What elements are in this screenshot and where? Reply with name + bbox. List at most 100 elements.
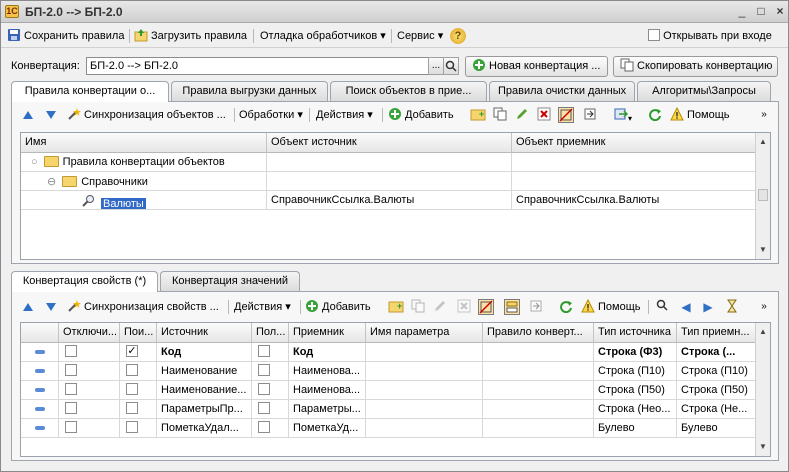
conversion-field[interactable]: БП-2.0 --> БП-2.0: [86, 57, 429, 75]
scroll-thumb[interactable]: [758, 189, 768, 201]
actions-menu[interactable]: Действия ▾: [316, 106, 373, 124]
field-checkbox[interactable]: [258, 345, 270, 358]
next-icon[interactable]: ▶: [700, 299, 716, 315]
disabled-checkbox[interactable]: [65, 402, 77, 415]
tab-export-rules[interactable]: Правила выгрузки данных: [171, 81, 328, 101]
add-button[interactable]: Добавить: [305, 298, 371, 316]
field-cell[interactable]: [252, 362, 289, 381]
scroll-down-icon[interactable]: ▼: [758, 442, 768, 451]
tab-property-conversion[interactable]: Конвертация свойств (*): [11, 271, 158, 292]
prev-icon[interactable]: ◀: [678, 299, 694, 315]
new-conversion-button[interactable]: Новая конвертация ...: [465, 56, 608, 77]
column-header-source[interactable]: Объект источник: [267, 133, 512, 153]
field-cell[interactable]: [252, 400, 289, 419]
find-icon[interactable]: [654, 299, 670, 315]
disabled-cell[interactable]: [59, 343, 120, 362]
column-header-disabled[interactable]: Отключи...: [59, 323, 120, 343]
goto-icon[interactable]: [582, 107, 598, 123]
field-checkbox[interactable]: [258, 421, 270, 434]
search-cell[interactable]: [120, 381, 157, 400]
column-header-target-type[interactable]: Тип приемн...: [677, 323, 757, 343]
refresh-icon[interactable]: [647, 107, 663, 123]
edit-icon[interactable]: [514, 107, 530, 123]
disabled-cell[interactable]: [59, 419, 120, 438]
column-header-source-type[interactable]: Тип источника: [594, 323, 677, 343]
search-checkbox-checked[interactable]: ✓: [126, 345, 138, 358]
minimize-button[interactable]: _: [734, 4, 750, 19]
service-menu[interactable]: Сервис ▾: [397, 27, 443, 45]
tab-cleanup-rules[interactable]: Правила очистки данных: [489, 81, 635, 101]
scroll-up-icon[interactable]: ▲: [758, 327, 768, 336]
scroll-up-icon[interactable]: ▲: [758, 137, 768, 146]
search-cell[interactable]: [120, 400, 157, 419]
filter-off-icon[interactable]: [558, 107, 574, 123]
group-view-icon[interactable]: [504, 299, 520, 315]
hourglass-icon[interactable]: [724, 299, 740, 315]
load-rules-button[interactable]: Загрузить правила: [134, 27, 247, 45]
field-checkbox[interactable]: [258, 364, 270, 377]
disabled-cell[interactable]: [59, 381, 120, 400]
field-cell[interactable]: [252, 343, 289, 362]
delete-icon[interactable]: [536, 107, 552, 123]
sync-properties-button[interactable]: Синхронизация свойств ...: [67, 298, 219, 316]
disabled-checkbox[interactable]: [65, 421, 77, 434]
help-button[interactable]: Помощь: [670, 106, 730, 124]
maximize-button[interactable]: □: [753, 4, 769, 19]
field-cell[interactable]: [252, 381, 289, 400]
field-checkbox[interactable]: [258, 383, 270, 396]
sync-objects-button[interactable]: Синхронизация объектов ...: [67, 106, 226, 124]
disabled-cell[interactable]: [59, 362, 120, 381]
disabled-checkbox[interactable]: [65, 364, 77, 377]
add-folder-icon[interactable]: +: [388, 299, 404, 315]
handlers-menu[interactable]: Обработки ▾: [239, 106, 303, 124]
add-button[interactable]: Добавить: [388, 106, 454, 124]
actions-menu[interactable]: Действия ▾: [234, 298, 291, 316]
column-header-conversion-rule[interactable]: Правило конверт...: [483, 323, 594, 343]
search-cell[interactable]: ✓: [120, 343, 157, 362]
copy-conversion-button[interactable]: Скопировать конвертацию: [613, 56, 778, 77]
vertical-scrollbar[interactable]: ▲ ▼: [755, 323, 770, 456]
disabled-checkbox[interactable]: [65, 383, 77, 396]
tab-object-search[interactable]: Поиск объектов в прие...: [330, 81, 487, 101]
column-header-source[interactable]: Источник: [157, 323, 252, 343]
help-icon[interactable]: ?: [450, 28, 466, 44]
collapse-icon[interactable]: ⊖: [47, 176, 56, 188]
disabled-checkbox[interactable]: [65, 345, 77, 358]
filter-off-icon[interactable]: [478, 299, 494, 315]
debug-handlers-menu[interactable]: Отладка обработчиков ▾: [260, 27, 386, 45]
copy-row-icon[interactable]: [492, 107, 508, 123]
tab-conversion-rules[interactable]: Правила конвертации о...: [11, 81, 169, 102]
column-header-search[interactable]: Пои...: [120, 323, 157, 343]
more-commands-icon[interactable]: »: [756, 299, 772, 315]
add-folder-icon[interactable]: +: [470, 107, 486, 123]
search-button[interactable]: [443, 57, 459, 75]
open-at-login-checkbox[interactable]: Открывать при входе: [648, 27, 772, 45]
edit-icon[interactable]: [432, 299, 448, 315]
help-button[interactable]: Помощь: [581, 298, 641, 316]
search-checkbox[interactable]: [126, 402, 138, 415]
goto-icon[interactable]: [528, 299, 544, 315]
field-cell[interactable]: [252, 419, 289, 438]
move-up-icon[interactable]: [20, 107, 36, 123]
move-down-icon[interactable]: [43, 299, 59, 315]
column-header-param-name[interactable]: Имя параметра: [366, 323, 483, 343]
tab-value-conversion[interactable]: Конвертация значений: [160, 271, 300, 291]
scroll-down-icon[interactable]: ▼: [758, 245, 768, 254]
column-header-target[interactable]: Приемник: [289, 323, 366, 343]
move-down-icon[interactable]: [43, 107, 59, 123]
search-checkbox[interactable]: [126, 383, 138, 396]
search-checkbox[interactable]: [126, 421, 138, 434]
search-cell[interactable]: [120, 362, 157, 381]
search-cell[interactable]: [120, 419, 157, 438]
copy-row-icon[interactable]: [410, 299, 426, 315]
move-up-icon[interactable]: [20, 299, 36, 315]
disabled-cell[interactable]: [59, 400, 120, 419]
export-menu-icon[interactable]: ▾: [612, 107, 634, 123]
column-header-name[interactable]: Имя: [21, 133, 267, 153]
vertical-scrollbar[interactable]: ▲ ▼: [755, 133, 770, 259]
save-rules-button[interactable]: Сохранить правила: [7, 27, 124, 45]
column-header-target[interactable]: Объект приемник: [512, 133, 757, 153]
refresh-icon[interactable]: [558, 299, 574, 315]
more-commands-icon[interactable]: »: [756, 107, 772, 123]
tab-algorithms[interactable]: Алгоритмы\Запросы: [637, 81, 771, 101]
